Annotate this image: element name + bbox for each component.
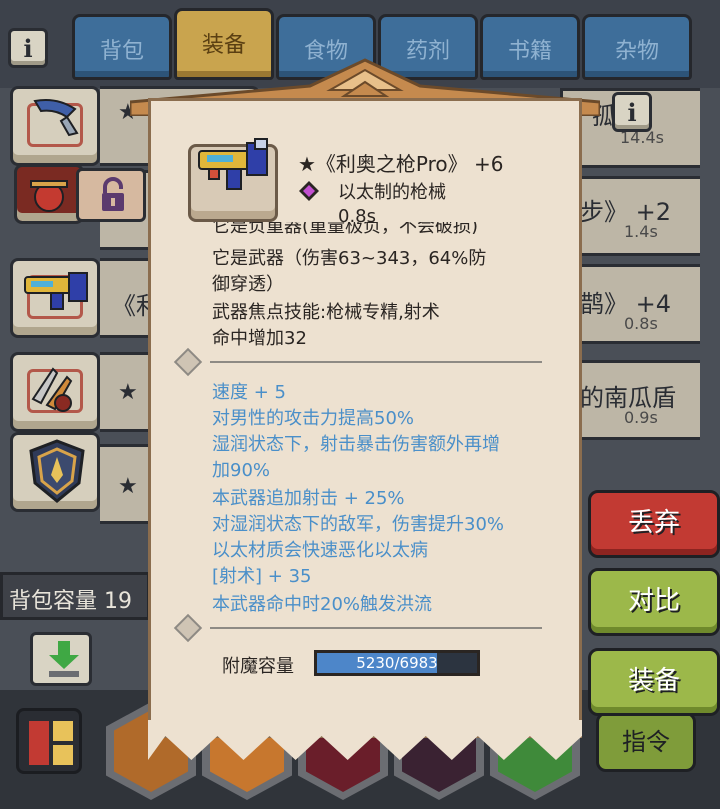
number-hotkey-button[interactable] bbox=[16, 708, 82, 774]
ether-gem-icon bbox=[299, 181, 319, 201]
item-title: ★《利奥之枪Pro》 +6 bbox=[298, 152, 504, 176]
item-subtitle: 以太制的枪械 bbox=[338, 182, 446, 203]
ether-gun-icon bbox=[24, 272, 88, 310]
list-item-slot[interactable] bbox=[10, 86, 100, 166]
bag-capacity: 背包容量 19 bbox=[0, 572, 150, 620]
clipped-line: 它是负重器(重量极负，不会破损) bbox=[212, 222, 479, 234]
desc-line: 武器焦点技能:枪械专精,射术 bbox=[212, 302, 440, 323]
info-button[interactable]: i bbox=[8, 28, 48, 68]
ether-gun-icon bbox=[198, 138, 268, 190]
enchant-capacity-value: 5230/6983 bbox=[356, 654, 438, 672]
desc-line: 它是武器（伤害63~343，64%防 bbox=[212, 248, 487, 269]
divider bbox=[210, 361, 542, 363]
lock-icon bbox=[102, 177, 124, 211]
golden-shield-icon bbox=[29, 439, 85, 503]
download-button[interactable] bbox=[30, 632, 92, 686]
item-time: 1.4s bbox=[624, 222, 658, 241]
item-star: ★ bbox=[118, 380, 138, 405]
equip-button[interactable]: 装备 bbox=[588, 648, 720, 716]
item-icon-frame bbox=[188, 138, 278, 222]
command-button[interactable]: 指令 bbox=[596, 712, 696, 772]
bonus-line: 对湿润状态下的敌军，伤害提升30% bbox=[212, 514, 505, 535]
compare-button[interactable]: 对比 bbox=[588, 568, 720, 636]
download-icon bbox=[49, 641, 79, 677]
item-time: 0.9s bbox=[624, 408, 658, 427]
list-item-slot[interactable] bbox=[10, 258, 100, 338]
bonus-line: 对男性的攻击力提高50% bbox=[212, 408, 415, 429]
list-item-slot[interactable] bbox=[14, 164, 84, 224]
bonus-line: 本武器命中时20%触发洪流 bbox=[212, 594, 433, 615]
bonus-line: [射术] + 35 bbox=[212, 566, 312, 587]
lock-button[interactable] bbox=[76, 168, 146, 222]
enchant-label: 附魔容量 bbox=[222, 656, 294, 677]
item-time: 0.8s bbox=[624, 314, 658, 333]
boomerang-icon bbox=[33, 99, 79, 137]
bonus-line: 湿润状态下，射击暴击伤害额外再增 bbox=[212, 434, 500, 455]
desc-line: 御穿透） bbox=[212, 274, 284, 295]
numbers-icon bbox=[29, 721, 73, 765]
divider bbox=[210, 627, 542, 629]
bonus-line: 以太材质会快速恶化以太病 bbox=[212, 540, 428, 561]
enchant-capacity-bar: 5230/6983 bbox=[314, 650, 480, 676]
item-star: ★ bbox=[118, 474, 138, 499]
claw-weapon-icon bbox=[31, 367, 73, 412]
discard-button[interactable]: 丢弃 bbox=[588, 490, 720, 558]
bonus-line: 加90% bbox=[212, 460, 271, 481]
crossbow-icon bbox=[30, 180, 68, 212]
info-button[interactable]: i bbox=[612, 92, 652, 132]
bonus-line: 速度 + 5 bbox=[212, 382, 286, 403]
list-item-slot[interactable] bbox=[10, 432, 100, 512]
bonus-line: 本武器追加射击 + 25% bbox=[212, 488, 405, 509]
list-item-slot[interactable] bbox=[10, 352, 100, 432]
desc-line: 命中增加32 bbox=[212, 328, 307, 349]
